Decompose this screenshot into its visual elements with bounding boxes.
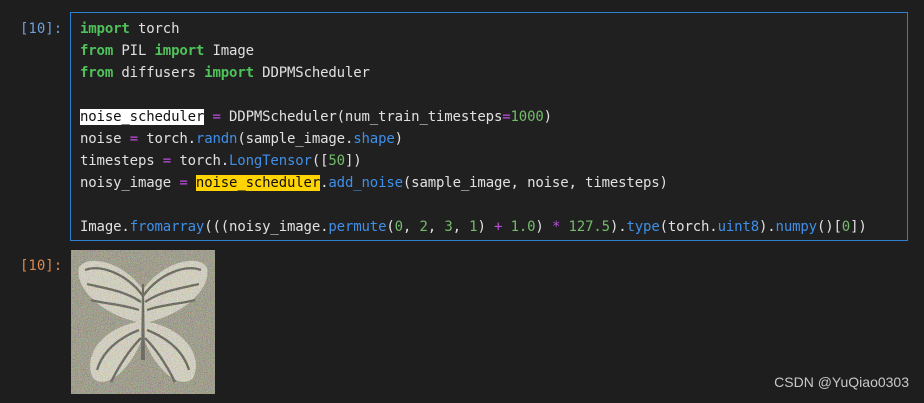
- code-token: shape: [353, 131, 395, 147]
- code-token: add_noise: [328, 175, 403, 191]
- code-token: Image: [204, 43, 254, 59]
- code-token: ,: [402, 219, 420, 235]
- code-token: =: [212, 109, 221, 125]
- code-text[interactable]: import torch from PIL import Image from di…: [80, 18, 867, 238]
- code-token: diffusers: [113, 65, 205, 81]
- code-line: from PIL import Image: [80, 40, 867, 62]
- code-token: numpy: [775, 219, 818, 235]
- code-line: import torch: [80, 18, 867, 40]
- code-token: import: [154, 43, 205, 59]
- code-token: ,: [427, 219, 445, 235]
- code-token: torch: [129, 21, 180, 37]
- code-token: (torch.: [659, 219, 718, 235]
- code-token: noise_scheduler: [80, 109, 205, 125]
- code-token: ([: [311, 153, 329, 169]
- code-token: noise: [80, 131, 130, 147]
- code-token: ]): [850, 219, 867, 235]
- code-token: ).: [609, 219, 627, 235]
- code-token: import: [204, 65, 254, 81]
- code-token: =: [179, 175, 188, 191]
- code-token: LongTensor: [229, 153, 312, 169]
- code-token: =: [502, 109, 511, 125]
- code-token: permute: [328, 219, 387, 235]
- code-token: 2: [419, 219, 428, 235]
- code-token: ): [394, 131, 403, 147]
- code-line: Image.fromarray(((noisy_image.permute(0,…: [80, 216, 867, 238]
- code-token: (sample_image, noise, timesteps): [402, 175, 668, 191]
- code-token: Image.: [80, 219, 130, 235]
- code-token: fromarray: [129, 219, 205, 235]
- code-token: from: [80, 43, 114, 59]
- code-token: DDPMScheduler(num_train_timesteps: [220, 109, 503, 125]
- csdn-watermark: CSDN @YuQiao0303: [774, 374, 909, 390]
- code-token: 50: [328, 153, 345, 169]
- code-token: 3: [444, 219, 453, 235]
- code-token: torch.: [171, 153, 230, 169]
- code-token: 1000: [510, 109, 544, 125]
- code-token: randn: [195, 131, 238, 147]
- code-token: 1.0: [510, 219, 536, 235]
- code-token: (((noisy_image.: [204, 219, 329, 235]
- code-token: ): [477, 219, 494, 235]
- code-token: 0: [841, 219, 851, 235]
- code-token: =: [162, 153, 172, 169]
- code-token: import: [80, 21, 130, 37]
- code-token: *: [551, 219, 561, 235]
- code-line: noise = torch.randn(sample_image.shape): [80, 128, 867, 150]
- code-token: ,: [452, 219, 470, 235]
- code-token: uint8: [717, 219, 760, 235]
- code-token: ): [535, 219, 552, 235]
- code-token: =: [129, 131, 138, 147]
- code-token: noise_scheduler: [195, 175, 321, 191]
- code-token: ).: [758, 219, 776, 235]
- code-line: from diffusers import DDPMScheduler: [80, 62, 867, 84]
- code-token: timesteps: [80, 153, 163, 169]
- output-prompt: [10]:: [20, 258, 63, 274]
- noisy-butterfly-image: [71, 250, 215, 394]
- code-line: noise_scheduler = DDPMScheduler(num_trai…: [80, 106, 867, 128]
- code-token: ()[: [816, 219, 842, 235]
- code-token: 0: [394, 219, 403, 235]
- code-token: type: [626, 219, 660, 235]
- code-token: ): [543, 109, 552, 125]
- code-token: (: [386, 219, 395, 235]
- code-token: ]): [344, 153, 362, 169]
- code-token: DDPMScheduler: [253, 65, 370, 81]
- code-token: from: [80, 65, 114, 81]
- code-token: 127.5: [568, 219, 611, 235]
- code-token: noisy_image: [80, 175, 180, 191]
- butterfly-image-graphic: [71, 250, 215, 394]
- code-line: timesteps = torch.LongTensor([50]): [80, 150, 867, 172]
- code-token: torch.: [137, 131, 196, 147]
- code-token: (sample_image.: [237, 131, 354, 147]
- code-token: PIL: [113, 43, 155, 59]
- code-cell-editor[interactable]: import torch from PIL import Image from di…: [70, 12, 908, 241]
- input-prompt: [10]:: [20, 21, 63, 37]
- code-line: noisy_image = noise_scheduler.add_noise(…: [80, 172, 867, 194]
